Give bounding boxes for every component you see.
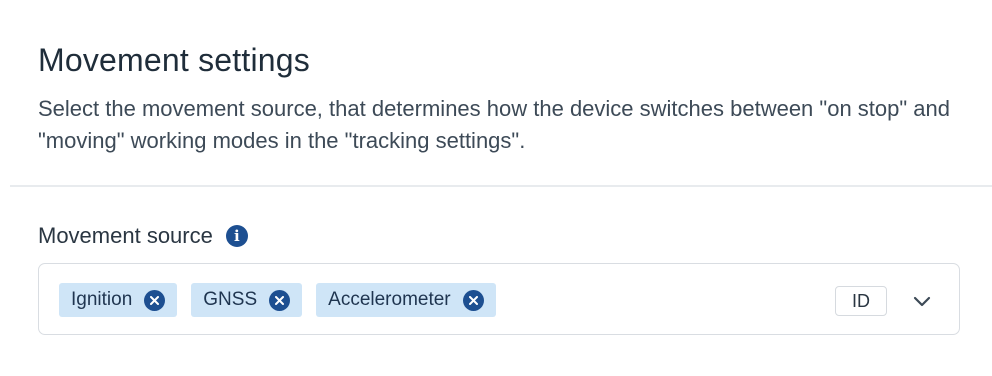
close-circle-icon[interactable] xyxy=(269,289,291,311)
chip-ignition: Ignition xyxy=(59,283,178,317)
chip-label: Accelerometer xyxy=(328,289,451,310)
info-icon[interactable]: i xyxy=(225,225,248,247)
chip-gnss: GNSS xyxy=(191,283,303,317)
movement-source-label-row: Movement source i xyxy=(38,221,248,251)
chip-label: GNSS xyxy=(203,289,258,310)
id-badge: ID xyxy=(835,286,887,316)
field-label: Movement source xyxy=(38,223,213,248)
section-title: Movement settings xyxy=(38,42,310,78)
close-circle-icon[interactable] xyxy=(462,289,484,311)
movement-source-select[interactable]: Ignition GNSS Accelerometer ID xyxy=(38,263,960,335)
chip-accelerometer: Accelerometer xyxy=(316,283,496,317)
chip-label: Ignition xyxy=(71,289,133,310)
section-description: Select the movement source, that determi… xyxy=(38,96,951,153)
chevron-down-icon[interactable] xyxy=(912,291,932,311)
close-circle-icon[interactable] xyxy=(144,289,166,311)
divider xyxy=(10,185,992,187)
selected-chips: Ignition GNSS Accelerometer xyxy=(59,283,496,317)
